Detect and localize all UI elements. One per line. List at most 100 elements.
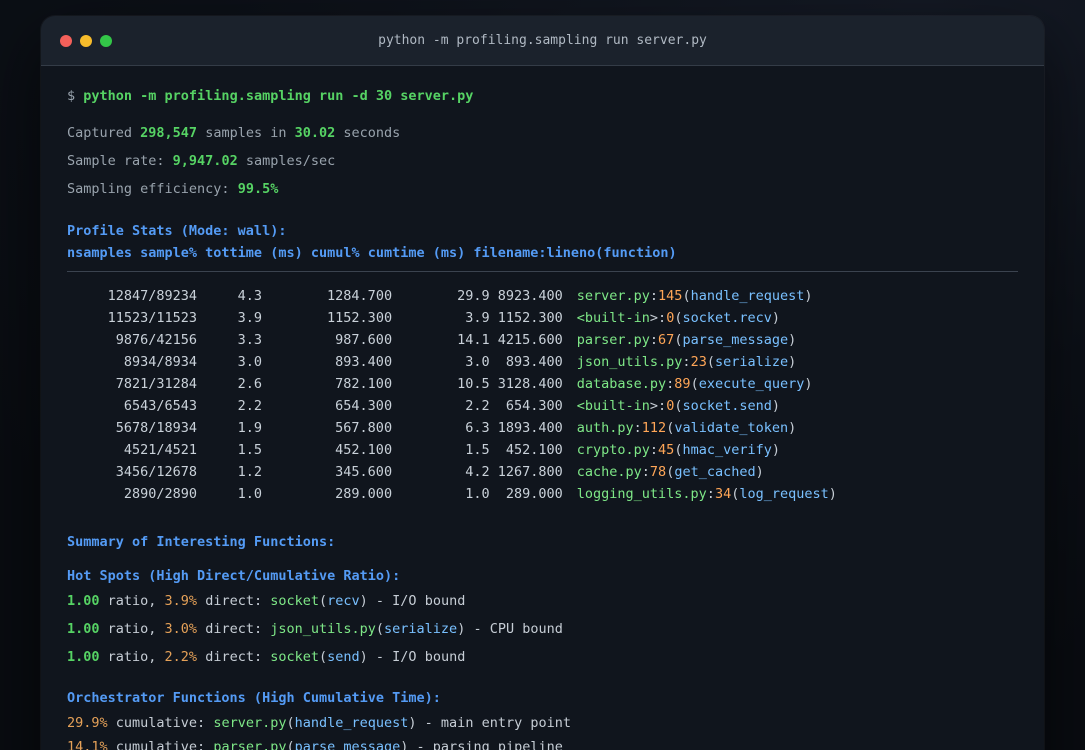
titlebar[interactable]: python -m profiling.sampling run server.…: [41, 16, 1044, 66]
tottime-cell: 345.600: [335, 464, 393, 480]
profile-table-row: 9876/42156 3.3 987.600 14.1 4215.600 parser.p…: [67, 329, 1018, 351]
efficiency-value: 99.5%: [237, 181, 279, 197]
line-number: 67: [658, 332, 675, 348]
ratio-label: ratio,: [99, 621, 165, 637]
filename: socket: [270, 649, 319, 665]
open-paren: (: [286, 715, 295, 731]
profile-table-row: 12847/89234 4.3 1284.700 29.9 8923.400 server…: [67, 285, 1018, 307]
filename: <built-in: [576, 398, 650, 414]
function-location-cell: server.py:145(handle_request): [577, 288, 813, 304]
profile-table-row: 11523/11523 3.9 1152.300 3.9 1152.300 <built-…: [67, 307, 1018, 329]
sample-pct-cell: 2.2: [237, 398, 263, 414]
profile-table-row: 8934/8934 3.0 893.400 3.0 893.400 json_utils.…: [67, 351, 1018, 373]
function-location-cell: json_utils.py:23(serialize): [577, 354, 797, 370]
cumtime-cell: 1152.300: [497, 310, 563, 326]
cumul-pct-cell: 3.0: [465, 354, 490, 370]
close-paren: ): [788, 420, 797, 436]
sample-pct-cell: 1.5: [237, 442, 263, 458]
filename: server.py: [213, 715, 287, 731]
maximize-button[interactable]: [100, 34, 112, 47]
open-paren: (: [286, 739, 295, 750]
sample-rate-line: Sample rate: 9,947.02 samples/sec: [67, 151, 1018, 171]
close-paren: ): [788, 332, 797, 348]
colon-separator: :: [649, 288, 659, 304]
summary-title: Summary of Interesting Functions:: [67, 534, 336, 550]
function-location-cell: crypto.py:45(hmac_verify): [577, 442, 780, 458]
close-paren: ): [359, 593, 368, 609]
close-paren: ): [788, 354, 797, 370]
filename: logging_utils.py: [576, 486, 707, 502]
close-paren: ): [771, 310, 781, 326]
profile-table-row: 6543/6543 2.2 654.300 2.2 654.300 <built-in>:…: [67, 395, 1018, 417]
line-number: 145: [658, 288, 683, 304]
tottime-cell: 987.600: [335, 332, 393, 348]
orchestrator-list: 29.9% cumulative: server.py(handle_reque…: [67, 711, 1018, 750]
orchestrator-row: 29.9% cumulative: server.py(handle_reque…: [67, 711, 1018, 735]
line-number: 34: [714, 486, 732, 502]
colon-separator: :: [682, 354, 691, 370]
filename-suffix: >: [649, 310, 659, 326]
ratio-label: ratio,: [99, 649, 165, 665]
tottime-cell: 452.100: [335, 442, 393, 458]
sample-pct-cell: 4.3: [237, 288, 263, 304]
close-button[interactable]: [60, 34, 72, 47]
nsamples-cell: 12847/89234: [107, 288, 198, 304]
tottime-cell: 782.100: [335, 376, 393, 392]
hot-spot-row: 1.00 ratio, 3.9% direct: socket(recv) - …: [67, 587, 1018, 615]
close-paren: ): [804, 376, 813, 392]
hot-spots-list: 1.00 ratio, 3.9% direct: socket(recv) - …: [67, 587, 1018, 671]
cumtime-cell: 1893.400: [497, 420, 563, 436]
function-location-cell: <built-in>:0(socket.send): [577, 398, 780, 414]
rate-label: Sample rate:: [67, 153, 173, 169]
cumtime-cell: 1267.800: [497, 464, 563, 480]
filename: auth.py: [576, 420, 634, 436]
nsamples-cell: 11523/11523: [107, 310, 198, 326]
cumulative-label: cumulative:: [107, 739, 214, 750]
profile-table-header: nsamples sample% tottime (ms) cumul% cum…: [67, 245, 677, 261]
direct-pct: 2.2%: [164, 649, 198, 665]
bound-note: - I/O bound: [367, 593, 466, 609]
close-paren: ): [408, 715, 417, 731]
hot-spots-title: Hot Spots (High Direct/Cumulative Ratio)…: [67, 568, 401, 584]
tottime-cell: 567.800: [335, 420, 393, 436]
close-paren: ): [804, 288, 813, 304]
open-paren: (: [319, 593, 328, 609]
nsamples-cell: 9876/42156: [115, 332, 198, 348]
tottime-cell: 1152.300: [327, 310, 393, 326]
colon-separator: :: [633, 420, 642, 436]
function-location-cell: logging_utils.py:34(log_request): [577, 486, 837, 502]
open-paren: (: [690, 376, 699, 392]
minimize-button[interactable]: [80, 34, 92, 47]
cumul-pct-cell: 4.2: [465, 464, 490, 480]
profile-table-row: 2890/2890 1.0 289.000 1.0 289.000 logging_uti…: [67, 483, 1018, 505]
nsamples-cell: 8934/8934: [123, 354, 198, 370]
colon-separator: :: [649, 442, 659, 458]
rate-unit: samples/sec: [237, 153, 336, 169]
cumul-pct-cell: 1.0: [465, 486, 490, 502]
nsamples-cell: 2890/2890: [123, 486, 198, 502]
cumtime-cell: 452.100: [505, 442, 563, 458]
traffic-lights: [41, 34, 112, 47]
cumtime-cell: 3128.400: [497, 376, 563, 392]
line-number: 112: [641, 420, 667, 436]
sample-pct-cell: 3.3: [237, 332, 263, 348]
line-number: 23: [690, 354, 707, 370]
table-divider: [67, 271, 1018, 272]
tottime-cell: 289.000: [335, 486, 393, 502]
cumulative-pct: 29.9%: [67, 715, 108, 731]
function-name: validate_token: [674, 420, 789, 436]
filename: database.py: [576, 376, 667, 392]
seconds-label: seconds: [335, 125, 401, 141]
tottime-cell: 893.400: [335, 354, 393, 370]
function-name: get_cached: [674, 464, 756, 480]
function-name: recv: [327, 593, 360, 609]
cumul-pct-cell: 6.3: [465, 420, 490, 436]
open-paren: (: [706, 354, 715, 370]
colon-separator: :: [706, 486, 715, 502]
direct-pct: 3.9%: [164, 593, 198, 609]
sample-count: 298,547: [140, 125, 198, 141]
efficiency-label: Sampling efficiency:: [67, 181, 238, 197]
bound-note: - I/O bound: [367, 649, 466, 665]
cumul-pct-cell: 2.2: [465, 398, 490, 414]
window-title: python -m profiling.sampling run server.…: [378, 33, 707, 48]
